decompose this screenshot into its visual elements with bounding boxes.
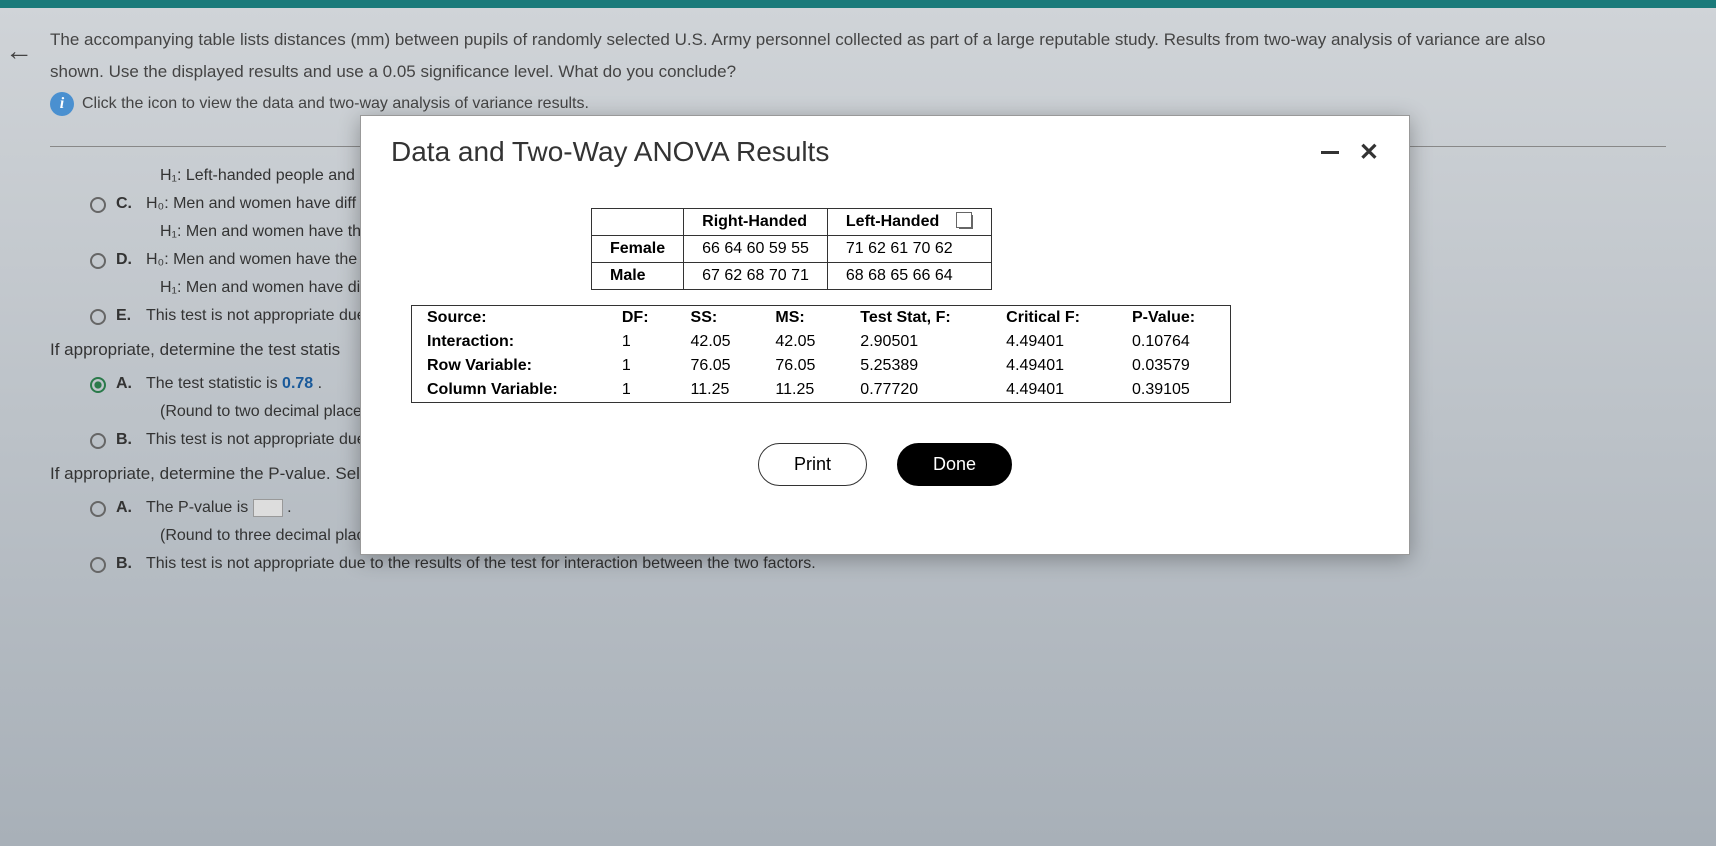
back-arrow-icon[interactable]: ← — [0, 30, 38, 72]
copy-icon[interactable] — [959, 215, 973, 229]
dt-row1-label: Female — [592, 236, 684, 263]
anova-r1-critf: 4.49401 — [991, 354, 1117, 378]
dt-col1-header: Right-Handed — [684, 209, 828, 236]
info-icon: i — [50, 92, 74, 116]
radio-answer-b[interactable] — [90, 433, 106, 449]
info-link[interactable]: i Click the icon to view the data and tw… — [50, 92, 1666, 116]
anova-r0-critf: 4.49401 — [991, 330, 1117, 354]
pvalue-a-label: A. — [116, 499, 136, 517]
dt-col2-text: Left-Handed — [846, 213, 939, 230]
option-d-label: D. — [116, 251, 136, 269]
radio-pvalue-b[interactable] — [90, 557, 106, 573]
anova-r0-ss: 42.05 — [676, 330, 761, 354]
anova-r0-ms: 42.05 — [760, 330, 845, 354]
anova-row-row: Row Variable: 1 76.05 76.05 5.25389 4.49… — [412, 354, 1231, 378]
answer-b-label: B. — [116, 431, 136, 449]
anova-r2-critf: 4.49401 — [991, 378, 1117, 403]
pvalue-a-prefix: The P-value is — [146, 499, 253, 516]
anova-h-p: P-Value: — [1117, 306, 1231, 331]
radio-answer-a[interactable] — [90, 377, 106, 393]
radio-e[interactable] — [90, 309, 106, 325]
anova-r0-f: 2.90501 — [845, 330, 991, 354]
data-table: Right-Handed Left-Handed Female 66 64 60… — [591, 208, 992, 290]
radio-pvalue-a[interactable] — [90, 501, 106, 517]
anova-r0-p: 0.10764 — [1117, 330, 1231, 354]
anova-r0-df: 1 — [607, 330, 676, 354]
anova-r2-ss: 11.25 — [676, 378, 761, 403]
anova-h-df: DF: — [607, 306, 676, 331]
anova-r2-source: Column Variable: — [427, 381, 558, 398]
anova-r2-ms: 11.25 — [760, 378, 845, 403]
anova-row-col: Column Variable: 1 11.25 11.25 0.77720 4… — [412, 378, 1231, 403]
answer-a-suffix: . — [313, 375, 322, 392]
anova-modal: Data and Two-Way ANOVA Results ✕ Right-H… — [360, 115, 1410, 555]
anova-h-ss: SS: — [676, 306, 761, 331]
modal-header: Data and Two-Way ANOVA Results ✕ — [391, 136, 1379, 168]
dt-col2-header: Left-Handed — [827, 209, 991, 236]
modal-buttons: Print Done — [391, 443, 1379, 486]
anova-r0-source: Interaction: — [427, 333, 514, 350]
dt-r1c1: 66 64 60 59 55 — [684, 236, 828, 263]
close-icon[interactable]: ✕ — [1359, 138, 1379, 167]
dt-r1c2: 71 62 61 70 62 — [827, 236, 991, 263]
anova-r1-ms: 76.05 — [760, 354, 845, 378]
modal-title: Data and Two-Way ANOVA Results — [391, 136, 829, 168]
done-button[interactable]: Done — [897, 443, 1012, 486]
anova-h-source: Source: — [412, 306, 607, 331]
anova-row-interaction: Interaction: 1 42.05 42.05 2.90501 4.494… — [412, 330, 1231, 354]
pvalue-b[interactable]: B. This test is not appropriate due to t… — [90, 555, 1666, 573]
pvalue-b-label: B. — [116, 555, 136, 573]
anova-h-critf: Critical F: — [991, 306, 1117, 331]
radio-d[interactable] — [90, 253, 106, 269]
dt-r2c2: 68 68 65 66 64 — [827, 263, 991, 290]
pvalue-input-box[interactable] — [253, 499, 283, 517]
anova-r1-source: Row Variable: — [427, 357, 532, 374]
dt-r2c1: 67 62 68 70 71 — [684, 263, 828, 290]
modal-controls: ✕ — [1321, 138, 1379, 167]
anova-table: Source: DF: SS: MS: Test Stat, F: Critic… — [411, 305, 1231, 403]
anova-h-ms: MS: — [760, 306, 845, 331]
anova-r1-p: 0.03579 — [1117, 354, 1231, 378]
print-button[interactable]: Print — [758, 443, 867, 486]
radio-c[interactable] — [90, 197, 106, 213]
info-link-text: Click the icon to view the data and two-… — [82, 95, 589, 113]
option-e-label: E. — [116, 307, 136, 325]
answer-a-label: A. — [116, 375, 136, 393]
anova-r1-ss: 76.05 — [676, 354, 761, 378]
anova-r2-p: 0.39105 — [1117, 378, 1231, 403]
problem-intro-line1: The accompanying table lists distances (… — [50, 28, 1666, 52]
top-border — [0, 0, 1716, 8]
anova-r2-f: 0.77720 — [845, 378, 991, 403]
minimize-icon[interactable] — [1321, 151, 1339, 154]
anova-r1-df: 1 — [607, 354, 676, 378]
problem-intro-line2: shown. Use the displayed results and use… — [50, 60, 1666, 84]
anova-r2-df: 1 — [607, 378, 676, 403]
answer-a-prefix: The test statistic is — [146, 375, 282, 392]
answer-a-value: 0.78 — [282, 375, 313, 392]
dt-row2-label: Male — [592, 263, 684, 290]
anova-h-f: Test Stat, F: — [845, 306, 991, 331]
pvalue-b-text: This test is not appropriate due to the … — [146, 555, 1666, 573]
option-c-label: C. — [116, 195, 136, 213]
anova-r1-f: 5.25389 — [845, 354, 991, 378]
